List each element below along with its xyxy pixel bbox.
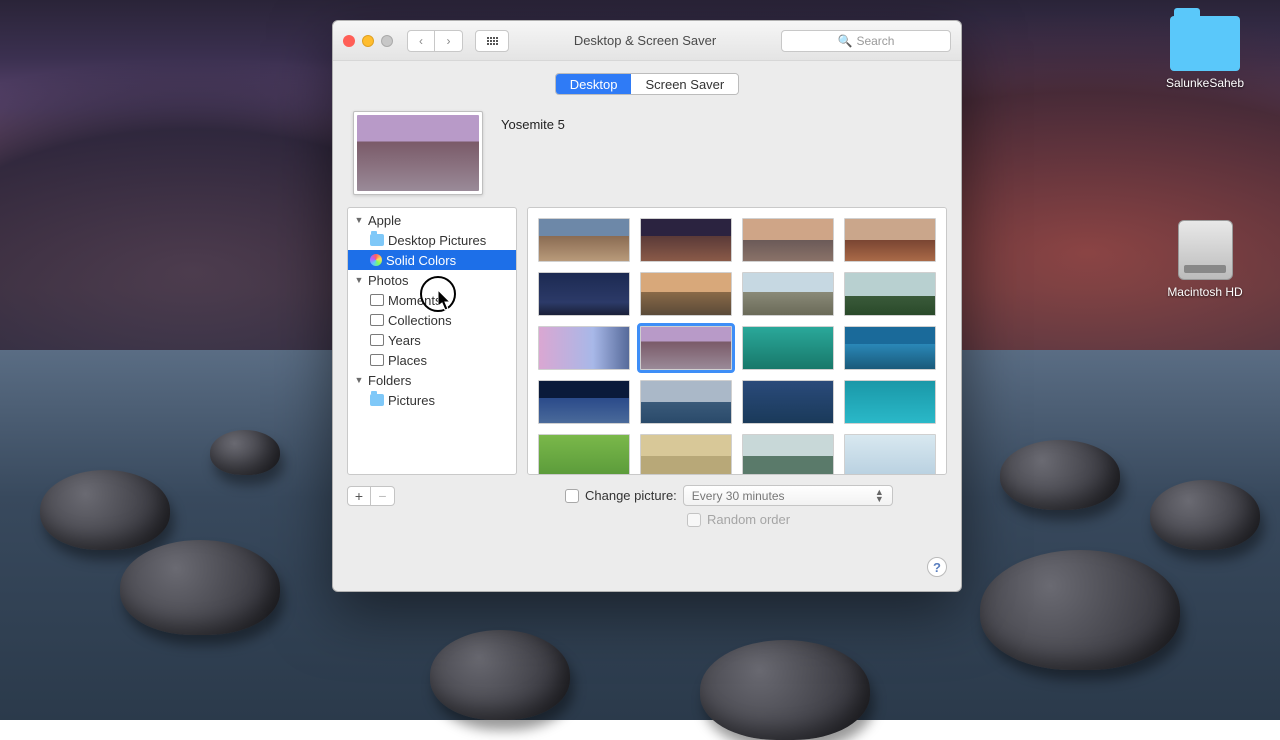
folder-icon [370,234,384,246]
disclosure-icon: ▼ [354,215,364,225]
folder-icon [370,394,384,406]
wallpaper-thumbnail[interactable] [538,380,630,424]
sidebar-item-pictures[interactable]: Pictures [348,390,516,410]
add-remove-buttons: + − [347,486,395,506]
tab-screensaver[interactable]: Screen Saver [631,74,738,94]
search-placeholder: Search [856,34,894,48]
desktop-icon-label: Macintosh HD [1160,285,1250,299]
close-button[interactable] [343,35,355,47]
sidebar-item-desktop-pictures[interactable]: Desktop Pictures [348,230,516,250]
random-order-checkbox [687,513,701,527]
wallpaper-thumbnail[interactable] [844,272,936,316]
harddrive-icon [1178,220,1233,280]
wallpaper-thumbnail[interactable] [742,434,834,475]
wallpaper-grid[interactable] [527,207,947,475]
disclosure-icon: ▼ [354,275,364,285]
show-all-button[interactable] [475,30,509,52]
sidebar-item-collections[interactable]: Collections [348,310,516,330]
wallpaper-thumbnail[interactable] [640,326,732,370]
desktop-icon-label: SalunkeSaheb [1160,76,1250,90]
nav-buttons: ‹ › [407,30,463,52]
sidebar-item-solid-colors[interactable]: Solid Colors [348,250,516,270]
window-controls [343,35,393,47]
wallpaper-thumbnail[interactable] [742,380,834,424]
zoom-button[interactable] [381,35,393,47]
change-picture-checkbox[interactable] [565,489,579,503]
wallpaper-thumbnail[interactable] [844,434,936,475]
minimize-button[interactable] [362,35,374,47]
wallpaper-rock [700,640,870,740]
search-icon: 🔍 [838,34,853,48]
wallpaper-rock [210,430,280,475]
sidebar-item-places[interactable]: Places [348,350,516,370]
window-title: Desktop & Screen Saver [517,33,773,48]
wallpaper-thumbnail[interactable] [844,380,936,424]
library-icon [370,294,384,306]
selected-wallpaper-name: Yosemite 5 [501,117,565,132]
library-icon [370,334,384,346]
remove-folder-button[interactable]: − [371,486,395,506]
folder-icon [1170,16,1240,71]
tab-segmented-control: Desktop Screen Saver [555,73,739,95]
change-interval-popup[interactable]: Every 30 minutes ▲▼ [683,485,893,506]
random-order-label: Random order [707,512,790,527]
wallpaper-thumbnail[interactable] [640,380,732,424]
popup-arrows-icon: ▲▼ [875,489,884,503]
sidebar-group-folders[interactable]: ▼Folders [348,370,516,390]
wallpaper-rock [980,550,1180,670]
change-picture-label: Change picture: [585,488,677,503]
wallpaper-rock [1000,440,1120,510]
wallpaper-thumbnail[interactable] [640,434,732,475]
wallpaper-thumbnail[interactable] [742,272,834,316]
wallpaper-rock [40,470,170,550]
wallpaper-thumbnail[interactable] [844,326,936,370]
desktop-icon-folder[interactable]: SalunkeSaheb [1160,16,1250,90]
add-folder-button[interactable]: + [347,486,371,506]
wallpaper-thumbnail[interactable] [538,434,630,475]
wallpaper-rock [1150,480,1260,550]
wallpaper-thumbnail[interactable] [742,326,834,370]
wallpaper-rock [120,540,280,635]
preferences-window: ‹ › Desktop & Screen Saver 🔍 Search Desk… [332,20,962,592]
wallpaper-rock [430,630,570,720]
sidebar-group-apple[interactable]: ▼Apple [348,210,516,230]
disclosure-icon: ▼ [354,375,364,385]
library-icon [370,354,384,366]
grid-icon [487,37,498,45]
wallpaper-preview-image [357,115,479,191]
sidebar-group-photos[interactable]: ▼Photos [348,270,516,290]
window-titlebar[interactable]: ‹ › Desktop & Screen Saver 🔍 Search [333,21,961,61]
library-icon [370,314,384,326]
source-sidebar: ▼Apple Desktop Pictures Solid Colors ▼Ph… [347,207,517,475]
color-wheel-icon [370,254,382,266]
wallpaper-thumbnail[interactable] [640,218,732,262]
tab-desktop[interactable]: Desktop [556,74,632,94]
desktop-icon-disk[interactable]: Macintosh HD [1160,220,1250,299]
wallpaper-thumbnail[interactable] [640,272,732,316]
wallpaper-thumbnail[interactable] [742,218,834,262]
search-field[interactable]: 🔍 Search [781,30,951,52]
wallpaper-thumbnail[interactable] [538,326,630,370]
help-button[interactable]: ? [927,557,947,577]
wallpaper-thumbnail[interactable] [538,272,630,316]
wallpaper-thumbnail[interactable] [844,218,936,262]
wallpaper-preview [353,111,483,195]
wallpaper-thumbnail[interactable] [538,218,630,262]
back-button[interactable]: ‹ [407,30,435,52]
forward-button[interactable]: › [435,30,463,52]
sidebar-item-years[interactable]: Years [348,330,516,350]
sidebar-item-moments[interactable]: Moments [348,290,516,310]
